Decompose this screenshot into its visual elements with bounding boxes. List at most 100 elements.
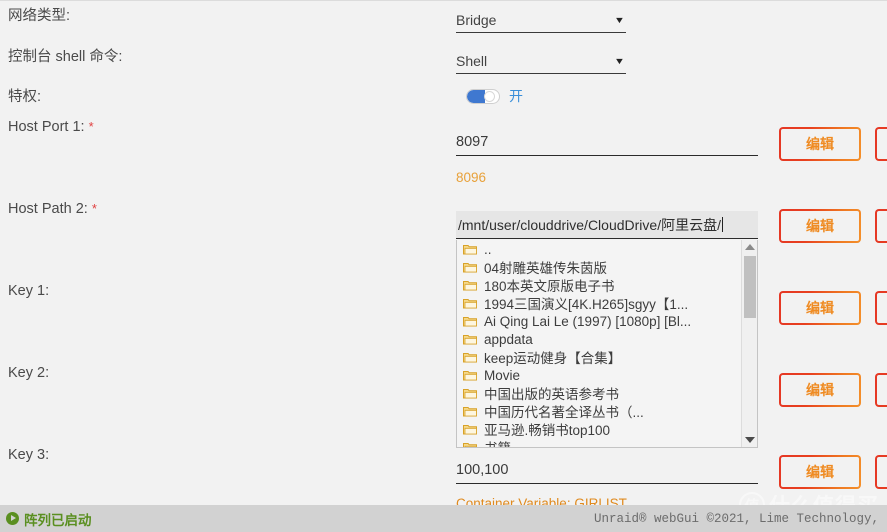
label-key-2: Key 2: <box>8 364 49 382</box>
required-asterisk: * <box>88 119 94 134</box>
folder-icon <box>463 442 477 447</box>
file-browser-item-label: 04射雕英雄传朱茵版 <box>484 261 608 276</box>
label-host-port-1-text: Host Port 1: <box>8 119 85 135</box>
file-browser-item[interactable]: 亚马逊.畅销书top100 <box>457 420 741 438</box>
label-host-path-2-text: Host Path 2: <box>8 201 88 217</box>
copyright-text: Unraid® webGui ©2021, Lime Technology, <box>593 511 879 526</box>
folder-icon <box>463 388 477 399</box>
file-browser-item-label: appdata <box>484 331 533 347</box>
host-port-1-input[interactable]: 8097 <box>456 129 758 156</box>
edit-button-key-2[interactable]: 编辑 <box>779 373 861 407</box>
edit-button-key-1[interactable]: 编辑 <box>779 291 861 325</box>
app-root: 网络类型: 控制台 shell 命令: 特权: Host Port 1: * H… <box>0 0 887 532</box>
file-browser-item-label: 中国历代名著全译丛书（... <box>484 405 644 420</box>
label-key-3: Key 3: <box>8 446 49 464</box>
file-browser-item[interactable]: 04射雕英雄传朱茵版 <box>457 258 741 276</box>
key-3-value: 100,100 <box>456 462 509 478</box>
host-path-2-value: /mnt/user/clouddrive/CloudDrive/阿里云盘/ <box>458 216 721 233</box>
file-browser-item-label: Movie <box>484 367 521 383</box>
file-browser-scrollbar[interactable] <box>741 240 757 447</box>
folder-icon <box>463 298 477 309</box>
file-browser-item-label: 书籍 <box>484 438 511 447</box>
remove-button-key-1[interactable] <box>875 291 887 325</box>
file-browser-item-label: 1994三国演义[4K.H265]sgyy【1... <box>484 297 689 312</box>
chevron-down-icon: ▼ <box>613 55 626 66</box>
edit-button-label: 编辑 <box>806 300 834 316</box>
folder-icon <box>463 244 477 255</box>
edit-button-label: 编辑 <box>806 382 834 398</box>
triangle-up-icon[interactable] <box>742 240 757 254</box>
file-browser-dropdown[interactable]: .. 04射雕英雄传朱茵版 180本英文原版电子书 1994三国演义[4K.H265]… <box>456 240 758 448</box>
label-privileged-text: 特权: <box>8 89 42 105</box>
file-browser-list[interactable]: .. 04射雕英雄传朱茵版 180本英文原版电子书 1994三国演义[4K.H265]… <box>457 240 741 447</box>
console-shell-select[interactable]: Shell ▼ <box>456 48 626 74</box>
edit-button-label: 编辑 <box>806 464 834 480</box>
chevron-down-icon: ▼ <box>613 14 626 25</box>
privileged-toggle-row[interactable]: 开 <box>466 86 523 106</box>
text-cursor <box>721 217 723 232</box>
folder-icon <box>463 280 477 291</box>
file-browser-item[interactable]: Movie <box>457 366 741 384</box>
file-browser-item[interactable]: keep运动健身【合集】 <box>457 348 741 366</box>
required-asterisk: * <box>91 201 97 216</box>
file-browser-item[interactable]: 书籍 <box>457 438 741 447</box>
file-browser-item[interactable]: .. <box>457 240 741 258</box>
triangle-down-icon[interactable] <box>742 433 757 447</box>
folder-icon <box>463 316 477 327</box>
remove-button-host-port-1[interactable] <box>875 127 887 161</box>
file-browser-item-label: .. <box>484 241 492 257</box>
file-browser-item[interactable]: 中国出版的英语参考书 <box>457 384 741 402</box>
file-browser-item-label: 180本英文原版电子书 <box>484 279 615 294</box>
remove-button-key-2[interactable] <box>875 373 887 407</box>
file-browser-item-label: Ai Qing Lai Le (1997) [1080p] [Bl... <box>484 313 692 329</box>
file-browser-item[interactable]: 1994三国演义[4K.H265]sgyy【1... <box>457 294 741 312</box>
privileged-toggle-label: 开 <box>509 88 523 104</box>
host-port-1-hint: 8096 <box>456 170 487 185</box>
file-browser-item[interactable]: 180本英文原版电子书 <box>457 276 741 294</box>
label-host-path-2: Host Path 2: * <box>8 200 97 218</box>
remove-button-key-3[interactable] <box>875 455 887 489</box>
label-network-type-text: 网络类型: <box>8 8 71 24</box>
folder-icon <box>463 370 477 381</box>
edit-button-host-port-1[interactable]: 编辑 <box>779 127 861 161</box>
folder-icon <box>463 352 477 363</box>
label-key-2-text: Key 2: <box>8 365 50 381</box>
edit-button-host-path-2[interactable]: 编辑 <box>779 209 861 243</box>
edit-button-label: 编辑 <box>806 218 834 234</box>
file-browser-item[interactable]: 中国历代名著全译丛书（... <box>457 402 741 420</box>
play-circle-icon <box>6 512 19 525</box>
file-browser-item[interactable]: appdata <box>457 330 741 348</box>
label-key-3-text: Key 3: <box>8 447 50 463</box>
edit-button-key-3[interactable]: 编辑 <box>779 455 861 489</box>
array-status-text: 阵列已启动 <box>24 512 92 528</box>
edit-button-label: 编辑 <box>806 136 834 152</box>
label-key-1-text: Key 1: <box>8 283 50 299</box>
folder-icon <box>463 334 477 345</box>
host-path-2-input[interactable]: /mnt/user/clouddrive/CloudDrive/阿里云盘/ <box>456 211 758 239</box>
scrollbar-thumb[interactable] <box>744 256 756 318</box>
folder-icon <box>463 424 477 435</box>
array-status[interactable]: 阵列已启动 <box>0 509 92 529</box>
host-port-1-value: 8097 <box>456 134 489 150</box>
label-host-port-1: Host Port 1: * <box>8 118 94 136</box>
privileged-toggle[interactable] <box>466 88 500 104</box>
label-console-shell-text: 控制台 shell 命令: <box>8 49 123 65</box>
file-browser-item-label: 亚马逊.畅销书top100 <box>484 423 611 438</box>
top-divider <box>0 0 887 1</box>
folder-icon <box>463 406 477 417</box>
network-type-value: Bridge <box>456 11 497 28</box>
label-key-1: Key 1: <box>8 282 49 300</box>
label-privileged: 特权: <box>8 88 41 106</box>
file-browser-item-label: 中国出版的英语参考书 <box>484 387 619 402</box>
folder-icon <box>463 262 477 273</box>
file-browser-item-label: keep运动健身【合集】 <box>484 351 622 366</box>
network-type-select[interactable]: Bridge ▼ <box>456 7 626 33</box>
footer-bar: 阵列已启动 Unraid® webGui ©2021, Lime Technol… <box>0 505 887 532</box>
console-shell-value: Shell <box>456 52 488 69</box>
label-console-shell: 控制台 shell 命令: <box>8 48 122 66</box>
label-network-type: 网络类型: <box>8 7 70 25</box>
toggle-knob <box>484 90 495 102</box>
key-3-input[interactable]: 100,100 <box>456 457 758 484</box>
remove-button-host-path-2[interactable] <box>875 209 887 243</box>
file-browser-item[interactable]: Ai Qing Lai Le (1997) [1080p] [Bl... <box>457 312 741 330</box>
